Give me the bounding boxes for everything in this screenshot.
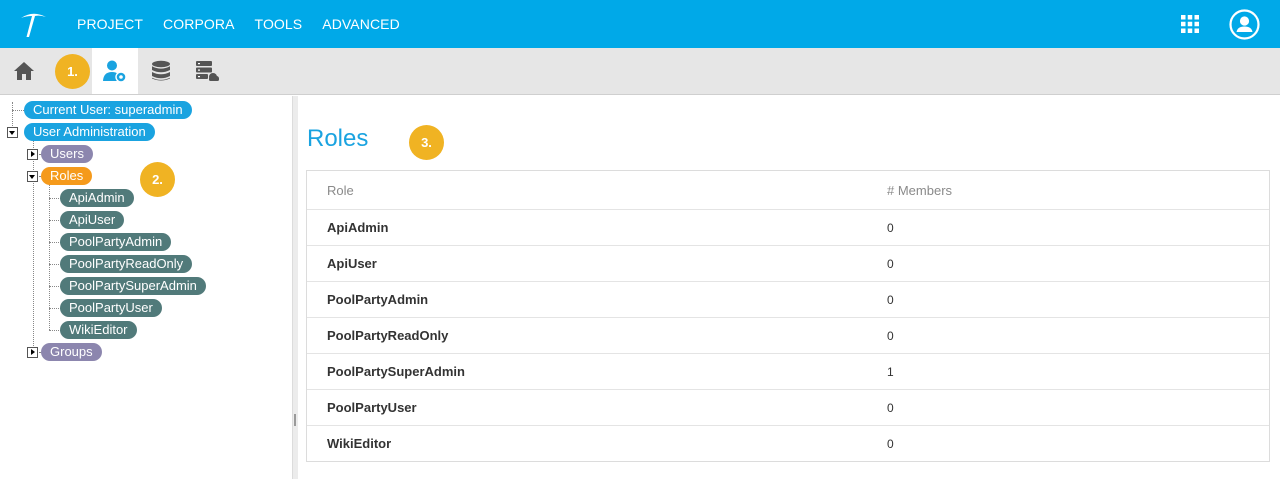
tree-node-current-user[interactable]: Current User: superadmin: [24, 101, 192, 119]
database-button[interactable]: [138, 48, 184, 94]
role-name: PoolPartySuperAdmin: [327, 364, 465, 379]
role-name: ApiUser: [327, 256, 377, 271]
main-content: Roles 3. Role # Members ApiAdmin 0 ApiUs…: [298, 96, 1280, 479]
member-count: 0: [887, 292, 894, 307]
expand-toggle-users[interactable]: [27, 149, 38, 160]
tree-node-role-poolpartyuser[interactable]: PoolPartyUser: [60, 299, 162, 317]
roles-table: Role # Members ApiAdmin 0 ApiUser 0 Pool…: [306, 170, 1270, 462]
tree-node-role-poolpartyreadonly[interactable]: PoolPartyReadOnly: [60, 255, 193, 273]
server-cloud-icon: [196, 61, 219, 81]
pickaxe-logo-icon[interactable]: [18, 9, 48, 39]
table-row[interactable]: WikiEditor 0: [307, 425, 1269, 461]
home-icon: [14, 62, 34, 80]
annotation-badge-1: 1.: [55, 54, 90, 89]
table-header: Role # Members: [307, 171, 1269, 209]
menu-corpora[interactable]: CORPORA: [163, 16, 235, 32]
tree-node-role-poolpartysuperadmin[interactable]: PoolPartySuperAdmin: [60, 277, 206, 295]
tree-node-user-administration[interactable]: User Administration: [24, 123, 155, 141]
table-row[interactable]: ApiUser 0: [307, 245, 1269, 281]
role-name: PoolPartyReadOnly: [327, 328, 449, 343]
apps-grid-icon[interactable]: [1181, 15, 1199, 33]
table-row[interactable]: ApiAdmin 0: [307, 209, 1269, 245]
tree-node-users[interactable]: Users: [41, 145, 93, 163]
table-row[interactable]: PoolPartyUser 0: [307, 389, 1269, 425]
column-header-role[interactable]: Role: [307, 183, 867, 198]
table-row[interactable]: PoolPartyReadOnly 0: [307, 317, 1269, 353]
database-icon: [152, 60, 170, 81]
top-navbar: PROJECT CORPORA TOOLS ADVANCED: [0, 0, 1280, 48]
module-toolbar: 1.: [0, 48, 1280, 95]
tree-node-role-wikieditor[interactable]: WikiEditor: [60, 321, 137, 339]
expand-toggle-user-admin[interactable]: [7, 127, 18, 138]
admin-tree-panel: Current User: superadmin User Administra…: [0, 96, 292, 479]
splitter-grip-icon: [294, 414, 296, 426]
home-button[interactable]: [1, 48, 47, 94]
tree-node-roles[interactable]: Roles: [41, 167, 93, 185]
menu-tools[interactable]: TOOLS: [255, 16, 303, 32]
role-name: ApiAdmin: [327, 220, 389, 235]
tree-node-groups[interactable]: Groups: [41, 343, 102, 361]
member-count: 0: [887, 436, 894, 451]
annotation-badge-3: 3.: [409, 125, 444, 160]
tree-node-role-poolpartyadmin[interactable]: PoolPartyAdmin: [60, 233, 172, 251]
server-cloud-button[interactable]: [184, 48, 230, 94]
tree-node-role-apiuser[interactable]: ApiUser: [60, 211, 125, 229]
table-row[interactable]: PoolPartySuperAdmin 1: [307, 353, 1269, 389]
page-title: Roles: [307, 125, 369, 152]
role-name: PoolPartyUser: [327, 400, 417, 415]
table-row[interactable]: PoolPartyAdmin 0: [307, 281, 1269, 317]
role-name: PoolPartyAdmin: [327, 292, 429, 307]
user-settings-icon: [103, 60, 127, 83]
expand-toggle-groups[interactable]: [27, 347, 38, 358]
member-count: 0: [887, 220, 894, 235]
column-header-members[interactable]: # Members: [867, 183, 1269, 198]
annotation-badge-2: 2.: [140, 162, 175, 197]
expand-toggle-roles[interactable]: [27, 171, 38, 182]
menu-project[interactable]: PROJECT: [77, 16, 143, 32]
main-menu: PROJECT CORPORA TOOLS ADVANCED: [77, 0, 420, 48]
menu-advanced[interactable]: ADVANCED: [322, 16, 400, 32]
tree-node-role-apiadmin[interactable]: ApiAdmin: [60, 189, 134, 207]
user-account-icon[interactable]: [1229, 9, 1260, 40]
member-count: 0: [887, 328, 894, 343]
member-count: 0: [887, 400, 894, 415]
role-name: WikiEditor: [327, 436, 392, 451]
member-count: 1: [887, 364, 894, 379]
member-count: 0: [887, 256, 894, 271]
user-management-button[interactable]: [92, 48, 138, 94]
